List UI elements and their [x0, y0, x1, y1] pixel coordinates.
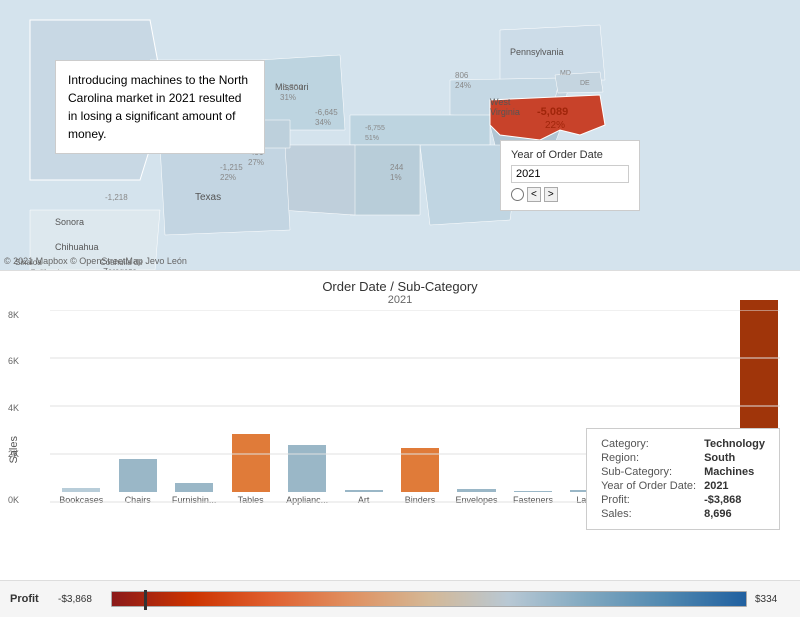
- svg-text:34%: 34%: [315, 118, 331, 127]
- bar-group[interactable]: Applianc...: [280, 445, 334, 505]
- bar-group[interactable]: Envelopes: [449, 489, 503, 505]
- bar-group[interactable]: Chairs: [110, 459, 164, 505]
- y-tick: 6K: [8, 356, 19, 366]
- svg-text:244: 244: [390, 163, 404, 172]
- tooltip-sales-value: 8,696: [700, 507, 769, 521]
- bar[interactable]: [119, 459, 157, 492]
- svg-text:West: West: [490, 97, 511, 107]
- svg-text:-8,304: -8,304: [280, 83, 303, 92]
- profit-section: Profit -$3,868 $334: [0, 580, 800, 617]
- bar-label: Art: [336, 495, 390, 505]
- bar-group[interactable]: Fasteners: [506, 491, 560, 505]
- bar[interactable]: [62, 488, 100, 492]
- svg-text:Virginia: Virginia: [490, 107, 520, 117]
- bar[interactable]: [288, 445, 326, 492]
- svg-text:Texas: Texas: [195, 192, 221, 203]
- bar[interactable]: [345, 490, 383, 492]
- profit-label: Profit: [10, 593, 50, 605]
- bar-label: Chairs: [110, 495, 164, 505]
- tooltip-profit-value: -$3,868: [700, 493, 769, 507]
- bar[interactable]: [401, 448, 439, 492]
- bar-group[interactable]: Binders: [393, 448, 447, 505]
- bar-group[interactable]: Furnishin...: [167, 483, 221, 505]
- svg-text:31%: 31%: [280, 93, 296, 102]
- year-filter-input[interactable]: [511, 165, 629, 183]
- bar-group[interactable]: Art: [336, 490, 390, 505]
- tooltip-subcategory-label: Sub-Category:: [597, 465, 700, 479]
- bar[interactable]: [457, 489, 495, 492]
- profit-max: $334: [755, 594, 790, 605]
- profit-gradient-bar[interactable]: [111, 591, 747, 607]
- y-tick: 2K: [8, 449, 19, 459]
- bar-group[interactable]: Tables: [223, 434, 277, 505]
- map-copyright: © 2021 Mapbox © OpenStreetMap Jevo León: [4, 256, 187, 266]
- svg-text:1%: 1%: [390, 173, 402, 182]
- svg-text:22%: 22%: [220, 173, 236, 182]
- y-tick: 4K: [8, 403, 19, 413]
- y-ticks: 0K 2K 4K 6K 8K: [8, 310, 19, 505]
- year-filter[interactable]: Year of Order Date < >: [500, 140, 640, 211]
- svg-text:-1,218: -1,218: [105, 193, 128, 202]
- tooltip-region-label: Region:: [597, 451, 700, 465]
- bar-label: Binders: [393, 495, 447, 505]
- bar-label: Tables: [223, 495, 277, 505]
- svg-text:-5,089: -5,089: [537, 106, 568, 118]
- profit-min: -$3,868: [58, 594, 103, 605]
- bar-label: Furnishin...: [167, 495, 221, 505]
- svg-text:-6,755: -6,755: [365, 125, 385, 132]
- tooltip-subcategory-value: Machines: [700, 465, 769, 479]
- year-radio[interactable]: [511, 188, 524, 201]
- svg-text:22%: 22%: [545, 120, 565, 131]
- tooltip-category-label: Category:: [597, 437, 700, 451]
- chart-tooltip: Category: Technology Region: South Sub-C…: [586, 428, 780, 530]
- bar-group[interactable]: Bookcases: [54, 488, 108, 505]
- annotation-box: Introducing machines to the North Caroli…: [55, 60, 265, 154]
- bar-label: Envelopes: [449, 495, 503, 505]
- tooltip-region-value: South: [700, 451, 769, 465]
- y-tick: 0K: [8, 495, 19, 505]
- svg-text:24%: 24%: [455, 81, 471, 90]
- y-tick: 8K: [8, 310, 19, 320]
- svg-text:51%: 51%: [365, 135, 379, 142]
- svg-text:-1,215: -1,215: [220, 163, 243, 172]
- year-filter-label: Year of Order Date: [511, 149, 629, 161]
- tooltip-year-label: Year of Order Date:: [597, 479, 700, 493]
- bar-label: Applianc...: [280, 495, 334, 505]
- bar-label: Fasteners: [506, 495, 560, 505]
- chart-subtitle: 2021: [0, 294, 800, 306]
- svg-text:DE: DE: [580, 80, 590, 87]
- svg-text:Sonora: Sonora: [55, 217, 84, 227]
- tooltip-year-value: 2021: [700, 479, 769, 493]
- chart-title: Order Date / Sub-Category: [0, 271, 800, 294]
- svg-text:Pennsylvania: Pennsylvania: [510, 47, 564, 57]
- bar[interactable]: [232, 434, 270, 492]
- year-next-button[interactable]: >: [544, 187, 558, 202]
- year-prev-button[interactable]: <: [527, 187, 541, 202]
- svg-text:Chihuahua: Chihuahua: [55, 242, 99, 252]
- svg-text:MD: MD: [560, 70, 571, 77]
- annotation-text: Introducing machines to the North Caroli…: [68, 73, 248, 141]
- chart-section: Order Date / Sub-Category 2021 Sales 0K2…: [0, 270, 800, 580]
- tooltip-sales-label: Sales:: [597, 507, 700, 521]
- tooltip-category-value: Technology: [700, 437, 769, 451]
- svg-text:806: 806: [455, 71, 469, 80]
- profit-indicator: [144, 590, 147, 610]
- map-section: Colorado Kansas Missouri Pennsylvania We…: [0, 0, 800, 270]
- tooltip-profit-label: Profit:: [597, 493, 700, 507]
- bar[interactable]: [514, 491, 552, 492]
- svg-text:27%: 27%: [248, 158, 264, 167]
- svg-text:-6,645: -6,645: [315, 108, 338, 117]
- bar-label: Bookcases: [54, 495, 108, 505]
- bar[interactable]: [175, 483, 213, 492]
